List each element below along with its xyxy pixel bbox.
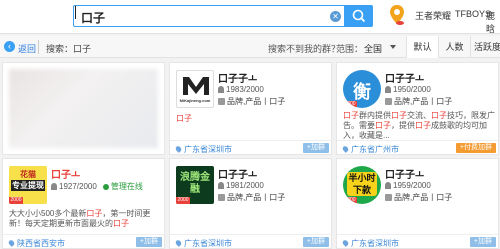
group-tags: 品牌,产品丨口子 [385,96,452,107]
card-footer: 广东省深圳市 +加群 [170,234,331,248]
search-button[interactable] [345,5,373,27]
join-group-button[interactable]: +加群 [135,237,162,247]
search-icon [352,9,366,23]
card-footer: 广东省深圳市 +加群 [337,234,498,248]
logo-text: 浪腾金融 [180,172,210,195]
member-count: 1927/2000 管理在线 [51,181,143,192]
join-group-button[interactable]: +加群 [302,143,329,153]
blurred-content [9,69,158,148]
online-icon [102,184,109,190]
group-name[interactable]: 口子子ㅗ [385,166,424,181]
member-count: 1983/2000 [218,85,264,94]
clear-icon[interactable]: ✕ [330,11,341,22]
group-avatar: 花猫 专业提现 2000 [9,166,47,204]
tab-default[interactable]: 默认 [406,36,438,58]
tag-icon [218,98,225,105]
hot-link-luhan[interactable]: 鹿晗 [486,9,500,35]
group-card[interactable] [2,62,165,155]
group-name[interactable]: 口子子ㅗ [385,70,424,85]
group-description: 口子群内提供口子交流、口子技巧，限发广告。需要口子，提供口子成鼓歌的均可加入，收… [343,111,495,140]
group-location: 广东省深圳市 [341,238,399,249]
group-location: 陕西省西安市 [7,238,65,249]
location-icon [341,145,350,153]
matched-keyword: 口子 [176,114,192,123]
group-location: 广东省深圳市 [174,238,232,249]
person-icon [218,86,224,93]
tab-members[interactable]: 人数 [438,36,470,58]
group-avatar: MiKajineng.com [176,70,214,108]
tab-activity[interactable]: 活跃度 [470,36,500,58]
logo-text: 半小时下款 [347,172,377,196]
not-found-link[interactable]: 搜索不到我的群？ [268,42,340,55]
logo-text: MiKajineng.com [179,98,211,103]
card-footer: 广东省深圳市 +加群 [170,140,331,154]
join-group-button[interactable]: +加群 [469,237,496,247]
group-card[interactable]: MiKajineng.com 口子子ㅗ 1983/2000 品牌,产品丨口子 口… [169,62,332,155]
person-icon [385,182,391,189]
group-name[interactable]: 口子子ㅗ [218,166,257,181]
location-icon [174,145,183,153]
card-footer: 广东省广州市 +付费加群 [337,140,498,154]
group-avatar: 浪腾金融 2000 [176,166,214,204]
group-name[interactable]: 口子子ㅗ [218,70,257,85]
group-name[interactable]: 口子ㅗ [51,166,80,181]
group-avatar: 半小时下款 2000 [343,166,381,204]
group-location: 广东省深圳市 [174,144,232,155]
range-label: 范围： [336,44,364,54]
tag-icon [218,194,225,201]
group-tags: 品牌,产品丨口子 [385,192,452,203]
group-badge: 2000 [343,101,357,108]
join-group-button[interactable]: +加群 [302,237,329,247]
group-tags: 品牌,产品丨口子 [218,192,285,203]
person-icon [218,182,224,189]
range-select[interactable]: 全国 [364,42,382,55]
m-logo-icon [183,77,209,95]
divider [38,40,39,54]
group-badge: 2000 [343,197,357,204]
location-icon [341,239,350,247]
back-arrow-icon[interactable]: ‹ [4,41,15,52]
member-count: 1950/2000 [385,85,431,94]
group-card[interactable]: 衡 2000 口子子ㅗ 1950/2000 品牌,产品丨口子 口子群内提供口子交… [336,62,499,155]
hot-link-wangzhe[interactable]: 王者荣耀 [415,9,451,22]
tag-icon [385,194,392,201]
sub-toolbar: ‹ 返回 搜索：口子 搜索不到我的群？ 范围： 全国 默认 人数 活跃度 [0,36,500,58]
search-value: 口子 [81,11,106,25]
logo-text-top: 花猫 [20,170,36,179]
tag-icon [385,98,392,105]
back-button[interactable]: 返回 [18,42,36,55]
text-cursor [75,6,76,19]
search-input[interactable]: 口子 ✕ [73,5,345,27]
paid-join-button[interactable]: +付费加群 [455,143,496,153]
group-avatar: 衡 2000 [343,70,381,108]
group-card[interactable]: 浪腾金融 2000 口子子ㅗ 1981/2000 品牌,产品丨口子 广东省深圳市… [169,158,332,249]
group-badge: 2000 [9,197,23,204]
logo-text: 专业提现 [11,180,45,191]
group-location: 广东省广州市 [341,144,399,155]
location-icon [174,239,183,247]
group-badge: 2000 [176,197,190,204]
member-count: 1959/2000 [385,181,431,190]
card-footer: 陕西省西安市 +加群 [3,234,164,248]
location-icon [7,239,16,247]
group-tags: 品牌,产品丨口子 [218,96,285,107]
top-bar: 口子 ✕ 王者荣耀 TFBOYS 鹿晗 [0,0,500,34]
person-icon [51,183,57,190]
location-pin-icon[interactable] [389,4,405,28]
chevron-down-icon[interactable] [390,45,396,49]
group-card[interactable]: 半小时下款 2000 口子子ㅗ 1959/2000 品牌,产品丨口子 广东省深圳… [336,158,499,249]
group-card[interactable]: 花猫 专业提现 2000 口子ㅗ 1927/2000 管理在线 大大小小500多个… [2,158,165,249]
search-query-label: 搜索：口子 [46,44,92,54]
group-description: 大大小小500多个最新口子，第一时间更新！每天定期更新市面最火的口子 [9,209,151,228]
person-icon [385,86,391,93]
member-count: 1981/2000 [218,181,264,190]
